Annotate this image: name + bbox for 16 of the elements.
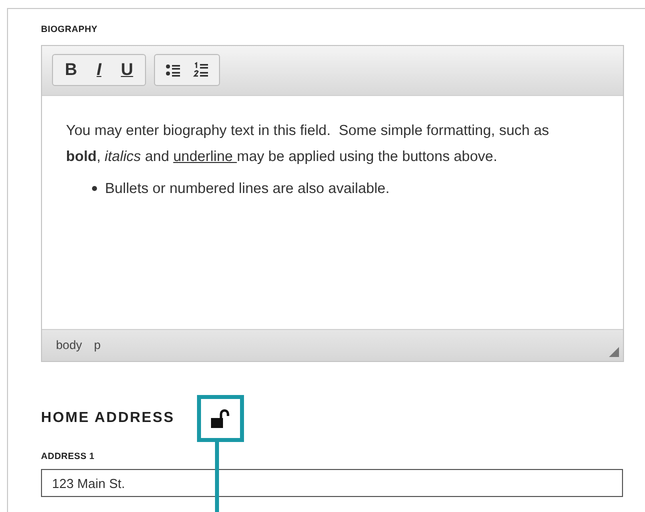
element-path-item[interactable]: body	[56, 336, 82, 354]
address-field[interactable]: 123 Main St.	[41, 469, 623, 497]
bullet-text: Bullets or numbered lines are also available.	[105, 180, 390, 198]
underline-button[interactable]: U	[115, 57, 139, 83]
element-path-item[interactable]: p	[94, 336, 101, 354]
field-label: BIOGRAPHY	[41, 23, 99, 36]
bulleted-list-icon	[165, 63, 181, 77]
field-label: ADDRESS 1	[41, 450, 96, 462]
italic-button[interactable]: I	[87, 57, 111, 83]
section-title: HOME ADDRESS	[41, 408, 175, 428]
unlocked-lock-icon[interactable]	[210, 408, 230, 428]
resize-handle-icon[interactable]	[609, 346, 619, 356]
numbered-list-icon	[193, 62, 209, 78]
bold-button[interactable]: B	[59, 57, 83, 83]
bullet-icon	[92, 186, 97, 191]
biography-text: You may enter biography text in this field. Some simple formatting, such as bold, italics and underline may be applied using the buttons above.	[66, 122, 550, 166]
